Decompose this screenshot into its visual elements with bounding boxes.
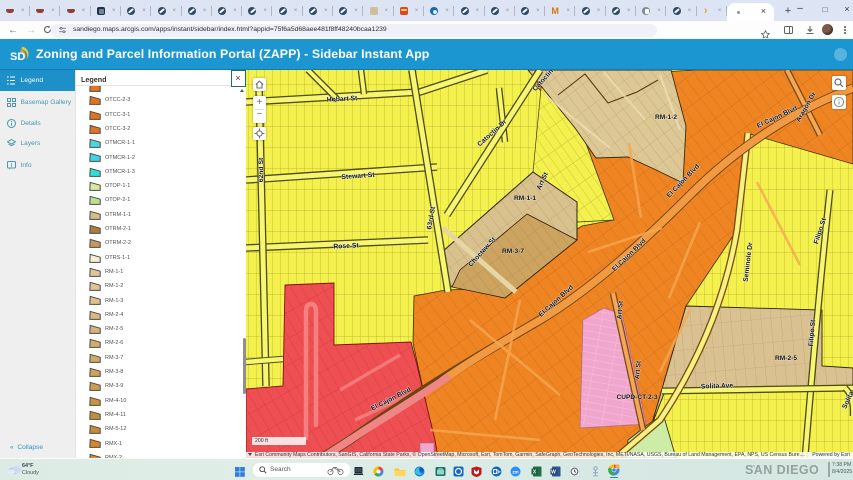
svg-text:El Cajon Blvd: El Cajon Blvd: [538, 284, 575, 319]
svg-text:SD: SD: [10, 51, 25, 63]
svg-text:X: X: [532, 469, 536, 475]
svg-text:Art St: Art St: [616, 300, 625, 320]
svg-text:El Cajon Blvd: El Cajon Blvd: [611, 238, 647, 273]
svg-text:63rd St: 63rd St: [426, 205, 437, 230]
svg-text:RM-3-7: RM-3-7: [502, 248, 524, 255]
svg-text:Solita: Solita: [841, 390, 853, 410]
svg-text:El Cajon Blvd: El Cajon Blvd: [370, 386, 412, 412]
svg-text:Choctaw St: Choctaw St: [467, 236, 497, 269]
svg-text:Stewart St: Stewart St: [341, 172, 375, 181]
svg-text:Aragon Dr: Aragon Dr: [795, 91, 818, 124]
svg-text:Art St: Art St: [634, 360, 643, 380]
svg-text:RM-1-1: RM-1-1: [514, 195, 536, 202]
svg-text:El Cajon Blvd: El Cajon Blvd: [756, 105, 799, 130]
svg-text:Rose St: Rose St: [333, 242, 359, 250]
svg-text:62nd St: 62nd St: [258, 157, 265, 182]
svg-text:Catoctin Dr: Catoctin Dr: [476, 118, 508, 148]
svg-text:RM-1-2: RM-1-2: [655, 114, 677, 121]
svg-text:CUPD-CT-2-3: CUPD-CT-2-3: [616, 394, 657, 401]
svg-text:Solita Ave: Solita Ave: [701, 382, 734, 390]
svg-text:Filipo St: Filipo St: [813, 217, 828, 245]
svg-text:Hobart St: Hobart St: [327, 95, 359, 104]
svg-text:Seminole Dr: Seminole Dr: [743, 242, 755, 283]
svg-text:El Cajon Blvd: El Cajon Blvd: [666, 163, 701, 199]
svg-text:Filipo St: Filipo St: [808, 319, 817, 347]
svg-text:W: W: [551, 469, 556, 475]
svg-text:zm: zm: [512, 469, 518, 474]
svg-text:RM-2-5: RM-2-5: [775, 355, 797, 362]
svg-text:Art St: Art St: [536, 171, 550, 191]
svg-text:Catoctin: Catoctin: [532, 70, 555, 93]
